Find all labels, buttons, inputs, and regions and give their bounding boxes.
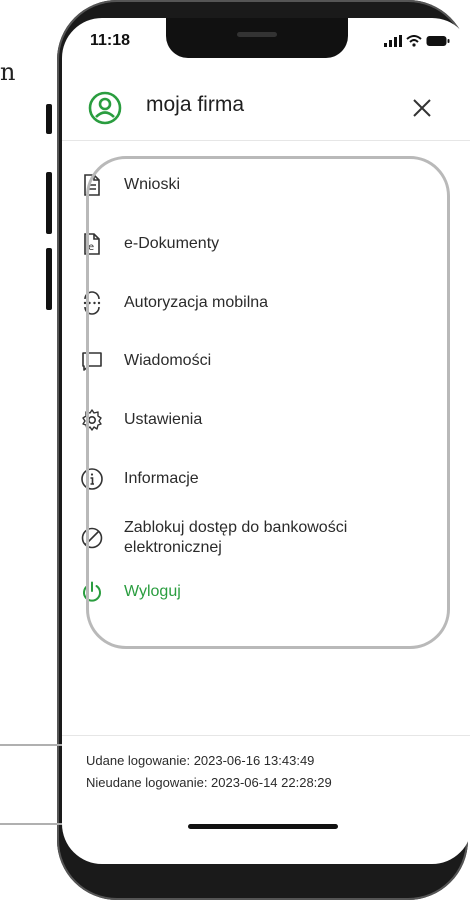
close-icon[interactable] <box>404 90 440 126</box>
annotation-line <box>0 744 62 746</box>
side-button <box>46 248 52 310</box>
highlight-frame <box>86 156 450 649</box>
successful-login-info: Udane logowanie: 2023-06-16 13:43:49 <box>86 753 315 768</box>
signal-icon <box>384 35 402 47</box>
system-icons <box>384 32 450 50</box>
notch <box>166 18 348 58</box>
annotation-line <box>0 823 62 825</box>
footer-divider <box>62 735 470 736</box>
side-button <box>46 104 52 134</box>
side-button <box>46 172 52 234</box>
company-name: moja firma <box>146 93 245 116</box>
menu-header: moja firma <box>62 80 470 140</box>
header-divider <box>62 140 470 141</box>
battery-icon <box>426 36 450 46</box>
page-text-fragment: n <box>0 58 16 86</box>
wifi-icon <box>406 35 422 47</box>
user-icon[interactable] <box>87 90 123 126</box>
failed-login-info: Nieudane logowanie: 2023-06-14 22:28:29 <box>86 775 332 790</box>
status-time: 11:18 <box>90 32 131 49</box>
status-bar: 11:18 <box>62 18 470 70</box>
home-indicator[interactable] <box>188 824 338 829</box>
